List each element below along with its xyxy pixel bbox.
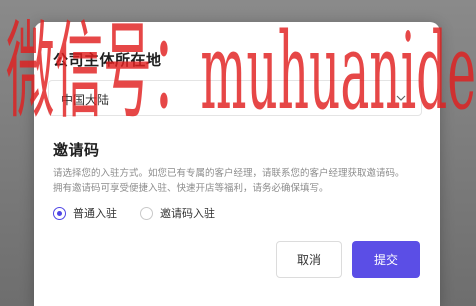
company-location-title: 公司主体所在地 [53, 51, 162, 69]
cancel-button[interactable]: 取消 [276, 241, 342, 278]
radio-button-checked[interactable] [53, 206, 66, 220]
radio-label-invite: 邀请码入驻 [160, 207, 215, 220]
invite-code-title: 邀请码 [53, 141, 100, 159]
registration-dialog: 公司主体所在地 中国大陆 邀请码 请选择您的入驻方式。如您已有专属的客户经理，请… [34, 22, 440, 306]
submit-button[interactable]: 提交 [352, 241, 420, 278]
radio-label-normal: 普通入驻 [73, 207, 117, 220]
company-location-select[interactable]: 中国大陆 [48, 80, 422, 116]
radio-option-invite[interactable]: 邀请码入驻 [140, 205, 215, 221]
radio-option-normal[interactable]: 普通入驻 [53, 205, 117, 221]
radio-button-unchecked[interactable] [140, 206, 153, 220]
company-location-value: 中国大陆 [61, 93, 110, 107]
chevron-down-icon [396, 95, 406, 101]
invite-code-description: 请选择您的入驻方式。如您已有专属的客户经理，请联系您的客户经理获取邀请码。拥有邀… [53, 168, 405, 194]
